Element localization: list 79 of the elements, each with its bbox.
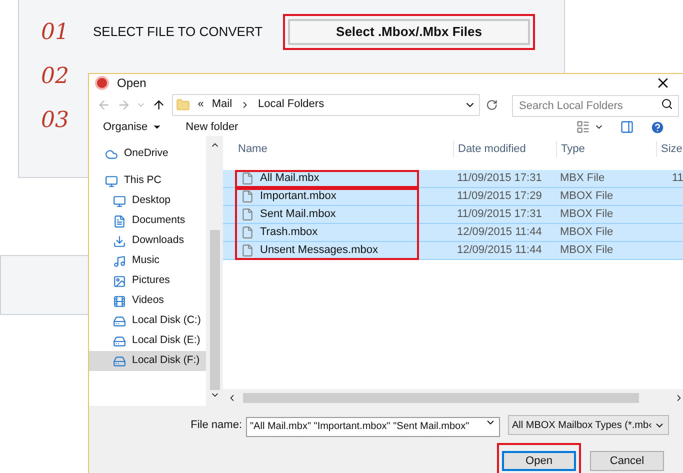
organise-button[interactable]: Organise (103, 119, 162, 136)
document-icon (113, 214, 126, 228)
address-segment[interactable]: Local Folders (258, 96, 324, 113)
file-row[interactable]: Important.mbox 11/09/2015 17:29 MBOX File (223, 188, 683, 206)
preview-pane-icon[interactable] (620, 120, 634, 134)
refresh-icon[interactable] (486, 98, 498, 111)
file-icon (241, 226, 254, 239)
file-name-label: File name: (190, 418, 242, 433)
sidebar-item[interactable]: Pictures (89, 271, 206, 291)
horizontal-scrollbar[interactable] (223, 389, 683, 406)
type-cell-text: MBOX File (559, 189, 614, 204)
address-prefix: « (198, 97, 204, 112)
download-icon (113, 234, 126, 248)
column-header[interactable]: Size (656, 140, 683, 158)
date-cell-text: 11/09/2015 17:29 (456, 189, 543, 204)
monitor-icon (113, 194, 126, 208)
size-cell-text: 11 (671, 171, 683, 186)
select-files-button[interactable]: Select .Mbox/.Mbx Files (288, 19, 530, 45)
date-cell-text: 12/09/2015 11:44 (456, 225, 543, 240)
search-field[interactable]: Search Local Folders (512, 94, 679, 117)
file-row[interactable]: Unsent Messages.mbox 12/09/2015 11:44 MBOX File (223, 242, 683, 260)
date-cell-text: 11/09/2015 17:31 (456, 171, 543, 186)
scrollbar[interactable] (206, 136, 223, 406)
folder-icon (176, 98, 190, 112)
new-folder-button[interactable]: New folder (186, 119, 238, 136)
drive-icon (113, 354, 126, 368)
sidebar-item[interactable]: Documents (89, 211, 206, 231)
sidebar-item[interactable]: Music (89, 251, 206, 271)
address-segment[interactable]: Mail (212, 96, 232, 113)
window-title: Open (117, 75, 146, 92)
drive-icon (113, 334, 126, 348)
file-name: Sent Mail.mbox (260, 207, 336, 222)
up-icon[interactable] (152, 98, 166, 112)
column-header[interactable]: Date modified (453, 140, 556, 158)
file-name: Unsent Messages.mbox (260, 243, 378, 258)
file-name: All Mail.mbx (260, 171, 320, 186)
file-type-dropdown[interactable]: All MBOX Mailbox Types (*.mb‹ (508, 415, 669, 435)
step-label: SELECT FILE TO CONVERT (93, 23, 264, 42)
search-icon (660, 98, 673, 110)
cloud-icon (105, 148, 118, 160)
film-icon (113, 294, 126, 308)
sidebar-item[interactable]: Desktop (89, 191, 206, 211)
sidebar-item[interactable]: Local Disk (C:) (89, 311, 206, 331)
column-header[interactable]: Type (556, 140, 656, 158)
file-icon (241, 244, 254, 257)
date-cell-text: 11/09/2015 17:31 (456, 207, 543, 222)
image-icon (113, 274, 126, 288)
cancel-button[interactable]: Cancel (590, 451, 664, 472)
file-name-field[interactable]: "All Mail.mbx" "Important.mbox" "Sent Mail.mbox" (246, 416, 500, 436)
help-icon[interactable] (650, 120, 665, 135)
open-button[interactable]: Open (502, 451, 576, 471)
sidebar-item[interactable]: Local Disk (F:) (89, 351, 206, 371)
file-icon (241, 208, 254, 221)
drive-icon (113, 314, 126, 328)
file-row[interactable]: All Mail.mbx 11/09/2015 17:31 MBX File 11 (223, 170, 683, 188)
file-row[interactable]: Trash.mbox 12/09/2015 11:44 MBOX File (223, 224, 683, 242)
address-bar[interactable]: « Mail Local Folders (172, 94, 480, 116)
file-name: Trash.mbox (260, 225, 318, 240)
type-cell-text: MBOX File (559, 243, 614, 258)
column-header[interactable]: Name (223, 140, 453, 158)
date-cell-text: 12/09/2015 11:44 (456, 243, 543, 258)
sidebar-item[interactable]: Local Disk (E:) (89, 331, 206, 351)
app-logo-icon (95, 76, 109, 90)
sidebar-item[interactable]: Downloads (89, 231, 206, 251)
type-cell-text: MBOX File (559, 225, 614, 240)
file-row[interactable]: Sent Mail.mbox 11/09/2015 17:31 MBOX File (223, 206, 683, 224)
music-icon (113, 254, 126, 268)
sidebar-item[interactable]: OneDrive (89, 144, 206, 164)
type-cell-text: MBOX File (559, 207, 614, 222)
file-name: Important.mbox (260, 189, 336, 204)
step-number: 01 (41, 18, 70, 46)
sidebar-item[interactable]: Videos (89, 291, 206, 311)
sidebar-item[interactable]: This PC (89, 171, 206, 191)
type-cell-text: MBX File (559, 171, 606, 186)
step-number: 02 (41, 62, 70, 90)
file-icon (241, 190, 254, 203)
step-number: 03 (41, 106, 70, 134)
file-icon (241, 172, 254, 185)
monitor-icon (105, 174, 118, 188)
